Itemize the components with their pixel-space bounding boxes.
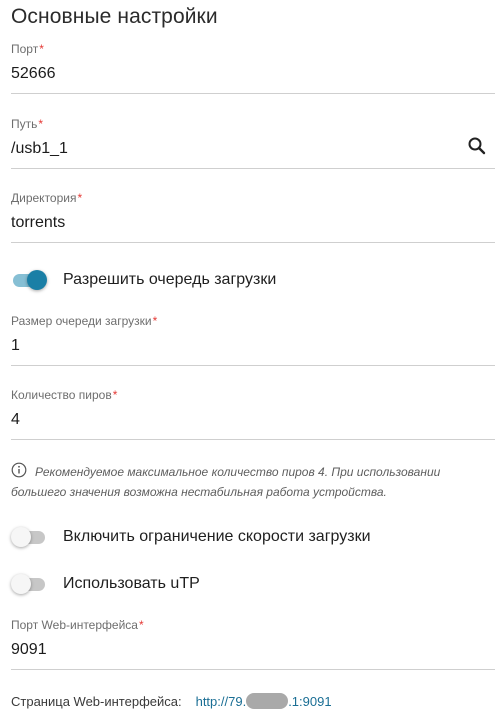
path-label: Путь: [11, 117, 38, 131]
queue-size-field[interactable]: Размер очереди загрузки* 1: [11, 314, 495, 366]
utp-row: Использовать uTP: [11, 571, 495, 597]
info-icon: [11, 462, 27, 478]
peers-label: Количество пиров: [11, 388, 112, 402]
info-text: Рекомендуемое максимальное количество пи…: [11, 465, 441, 499]
speed-limit-toggle[interactable]: [11, 524, 49, 550]
utp-label: Использовать uTP: [63, 575, 200, 592]
path-underline: [11, 168, 495, 169]
queue-size-underline: [11, 365, 495, 366]
web-interface-label: Страница Web-интерфейса:: [11, 694, 182, 709]
basic-settings-panel: Основные настройки Порт* 52666 Путь* /us…: [0, 0, 502, 717]
path-field[interactable]: Путь* /usb1_1: [11, 117, 495, 169]
web-port-underline: [11, 669, 495, 670]
peers-info-note: Рекомендуемое максимальное количество пи…: [11, 462, 495, 502]
directory-underline: [11, 242, 495, 243]
queue-size-input[interactable]: 1: [11, 336, 495, 356]
required-mark: *: [138, 618, 144, 632]
peers-field[interactable]: Количество пиров* 4: [11, 388, 495, 440]
peers-input[interactable]: 4: [11, 410, 495, 430]
web-port-field[interactable]: Порт Web-интерфейса* 9091: [11, 618, 495, 670]
port-label: Порт: [11, 42, 39, 56]
web-port-input[interactable]: 9091: [11, 640, 495, 660]
allow-queue-toggle[interactable]: [11, 267, 49, 293]
port-input[interactable]: 52666: [11, 64, 495, 84]
required-mark: *: [77, 191, 83, 205]
directory-field[interactable]: Директория* torrents: [11, 191, 495, 243]
allow-queue-label: Разрешить очередь загрузки: [63, 271, 277, 288]
peers-underline: [11, 439, 495, 440]
required-mark: *: [39, 42, 44, 56]
directory-input[interactable]: torrents: [11, 213, 495, 233]
web-interface-link[interactable]: http://79. .1:9091: [196, 693, 332, 709]
required-mark: *: [38, 117, 44, 131]
port-underline: [11, 93, 495, 94]
web-interface-row: Страница Web-интерфейса: http://79. .1:909…: [11, 693, 332, 709]
allow-queue-row: Разрешить очередь загрузки: [11, 267, 495, 293]
masked-ip-blur: [246, 693, 289, 709]
page-title: Основные настройки: [11, 5, 218, 28]
queue-size-label: Размер очереди загрузки: [11, 314, 152, 328]
directory-label: Директория: [11, 191, 77, 205]
search-icon[interactable]: [467, 136, 487, 156]
required-mark: *: [152, 314, 158, 328]
utp-toggle[interactable]: [11, 571, 49, 597]
web-port-label: Порт Web-интерфейса: [11, 618, 138, 632]
port-field[interactable]: Порт* 52666: [11, 42, 495, 94]
path-input[interactable]: /usb1_1: [11, 139, 495, 159]
required-mark: *: [112, 388, 118, 402]
speed-limit-row: Включить ограничение скорости загрузки: [11, 524, 495, 550]
speed-limit-label: Включить ограничение скорости загрузки: [63, 528, 371, 545]
